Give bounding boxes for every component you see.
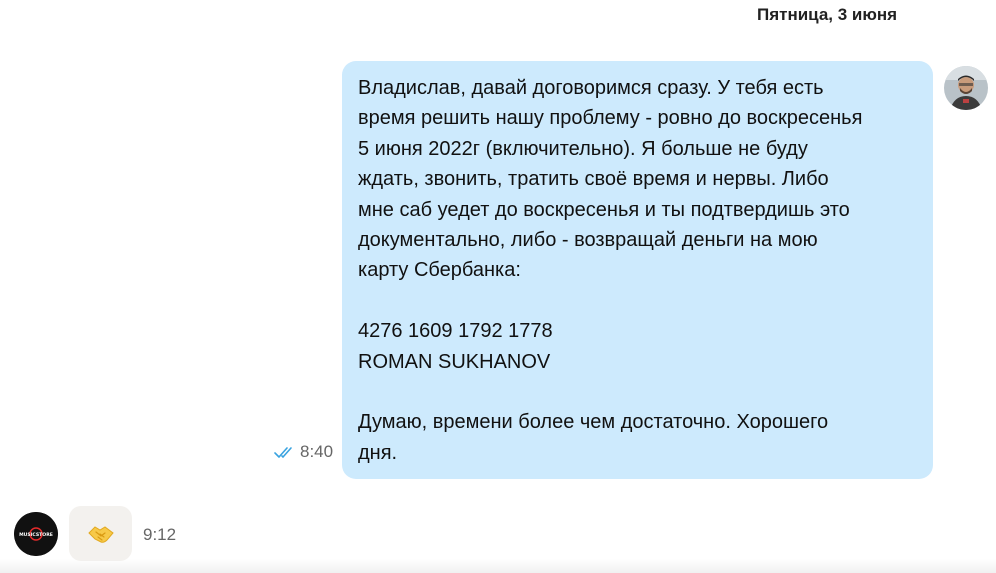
date-separator: Пятница, 3 июня	[757, 5, 898, 24]
avatar-photo	[944, 66, 988, 110]
composer-shadow	[0, 559, 996, 573]
chat-view: Пятница, 3 июня Владислав, давай договор…	[0, 0, 996, 573]
musicstore-logo: MUSICSTORE	[14, 512, 58, 556]
user-avatar[interactable]	[944, 66, 988, 110]
message-time: 9:12	[143, 525, 177, 544]
double-check-icon	[274, 447, 292, 458]
svg-text:MUSICSTORE: MUSICSTORE	[19, 532, 53, 538]
message-time: 8:40	[300, 442, 334, 461]
incoming-sticker-bubble[interactable]	[69, 506, 132, 561]
message-text: Владислав, давай договоримся сразу. У те…	[358, 77, 863, 464]
outgoing-message-bubble[interactable]: Владислав, давай договоримся сразу. У те…	[342, 61, 933, 479]
outgoing-message-meta: 8:40	[274, 442, 333, 462]
handshake-icon	[87, 525, 114, 543]
contact-avatar[interactable]: MUSICSTORE	[14, 512, 58, 556]
